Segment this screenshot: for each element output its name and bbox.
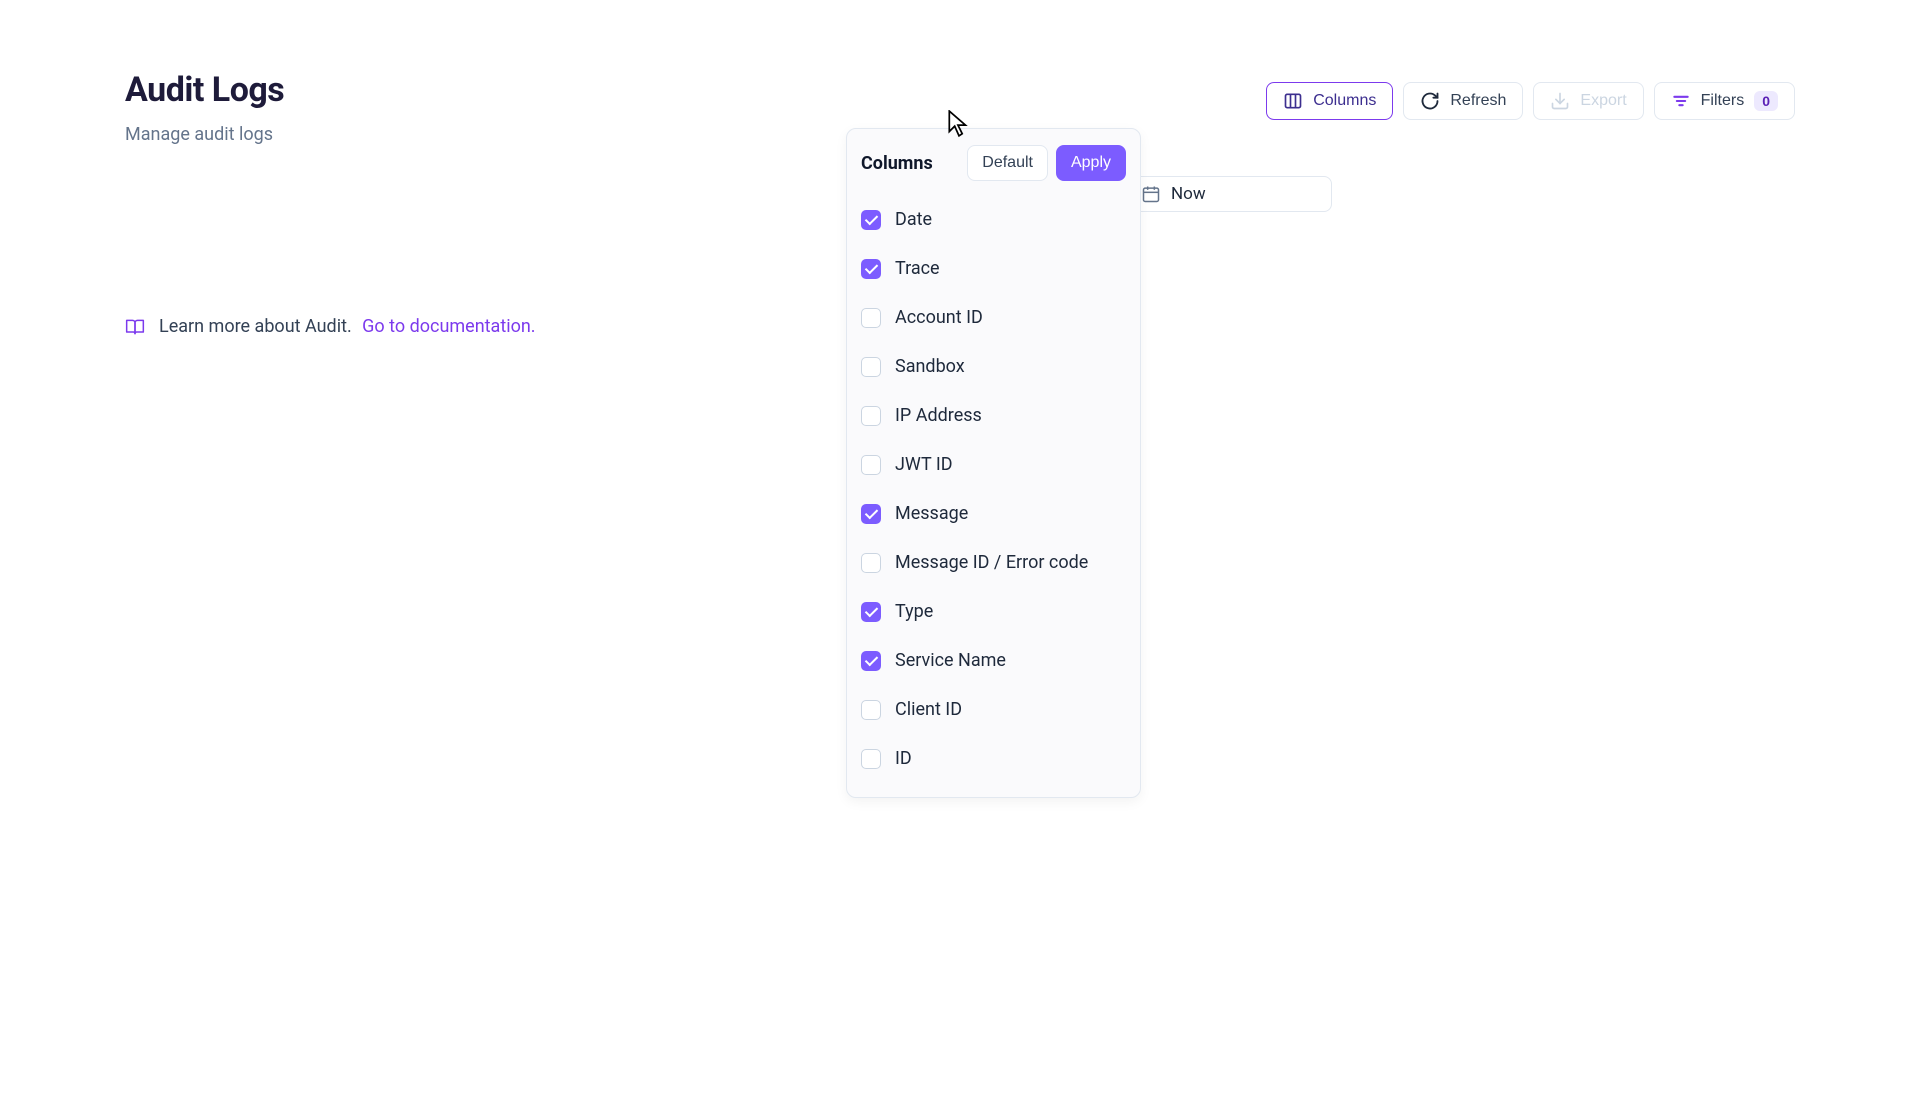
book-icon	[125, 317, 145, 337]
column-option[interactable]: Message ID / Error code	[861, 538, 1126, 587]
filters-button[interactable]: Filters 0	[1654, 82, 1795, 120]
column-option-label: Type	[895, 601, 933, 622]
checkbox[interactable]	[861, 553, 881, 573]
column-option[interactable]: Message	[861, 489, 1126, 538]
apply-button[interactable]: Apply	[1056, 145, 1126, 181]
checkbox[interactable]	[861, 406, 881, 426]
column-option-label: ID	[895, 748, 912, 769]
column-option[interactable]: Account ID	[861, 293, 1126, 342]
column-option[interactable]: ID	[861, 734, 1126, 783]
columns-icon	[1283, 91, 1303, 111]
default-button[interactable]: Default	[967, 145, 1048, 181]
filters-count-badge: 0	[1754, 91, 1778, 111]
columns-popover: Columns Default Apply Date Trace Account I…	[846, 128, 1141, 798]
column-option[interactable]: Sandbox	[861, 342, 1126, 391]
checkbox[interactable]	[861, 602, 881, 622]
column-option[interactable]: Date	[861, 195, 1126, 244]
popover-title: Columns	[861, 153, 933, 174]
checkbox[interactable]	[861, 357, 881, 377]
column-option-label: JWT ID	[895, 454, 953, 475]
page-subtitle: Manage audit logs	[125, 124, 284, 145]
checkbox[interactable]	[861, 308, 881, 328]
columns-button-label: Columns	[1313, 92, 1376, 110]
column-option-label: IP Address	[895, 405, 982, 426]
column-option-label: Service Name	[895, 650, 1006, 671]
toolbar: Columns Refresh Export Filters 0	[1266, 82, 1795, 120]
calendar-icon	[1141, 184, 1161, 204]
date-to-field[interactable]: Now	[1126, 176, 1332, 212]
checkbox[interactable]	[861, 700, 881, 720]
checkbox[interactable]	[861, 651, 881, 671]
refresh-button[interactable]: Refresh	[1403, 82, 1523, 120]
column-option[interactable]: Type	[861, 587, 1126, 636]
checkbox[interactable]	[861, 259, 881, 279]
column-option[interactable]: Client ID	[861, 685, 1126, 734]
column-option-label: Message ID / Error code	[895, 552, 1088, 573]
documentation-link[interactable]: Go to documentation.	[362, 316, 535, 337]
checkbox[interactable]	[861, 504, 881, 524]
checkbox[interactable]	[861, 455, 881, 475]
column-option-label: Message	[895, 503, 968, 524]
page-title: Audit Logs	[125, 70, 284, 110]
column-option[interactable]: JWT ID	[861, 440, 1126, 489]
column-option[interactable]: Trace	[861, 244, 1126, 293]
export-button[interactable]: Export	[1533, 82, 1643, 120]
export-icon	[1550, 91, 1570, 111]
column-option-label: Sandbox	[895, 356, 965, 377]
columns-checklist: Date Trace Account ID Sandbox IP Address JWT …	[847, 191, 1140, 783]
export-button-label: Export	[1580, 92, 1626, 110]
column-option-label: Trace	[895, 258, 940, 279]
filter-icon	[1671, 91, 1691, 111]
checkbox[interactable]	[861, 749, 881, 769]
checkbox[interactable]	[861, 210, 881, 230]
date-to-value: Now	[1171, 184, 1206, 204]
column-option-label: Date	[895, 209, 932, 230]
column-option-label: Account ID	[895, 307, 983, 328]
column-option-label: Client ID	[895, 699, 962, 720]
learn-more-text: Learn more about Audit.	[159, 316, 352, 337]
refresh-button-label: Refresh	[1450, 92, 1506, 110]
filters-button-label: Filters	[1701, 92, 1745, 110]
refresh-icon	[1420, 91, 1440, 111]
column-option[interactable]: IP Address	[861, 391, 1126, 440]
columns-button[interactable]: Columns	[1266, 82, 1393, 120]
column-option[interactable]: Service Name	[861, 636, 1126, 685]
